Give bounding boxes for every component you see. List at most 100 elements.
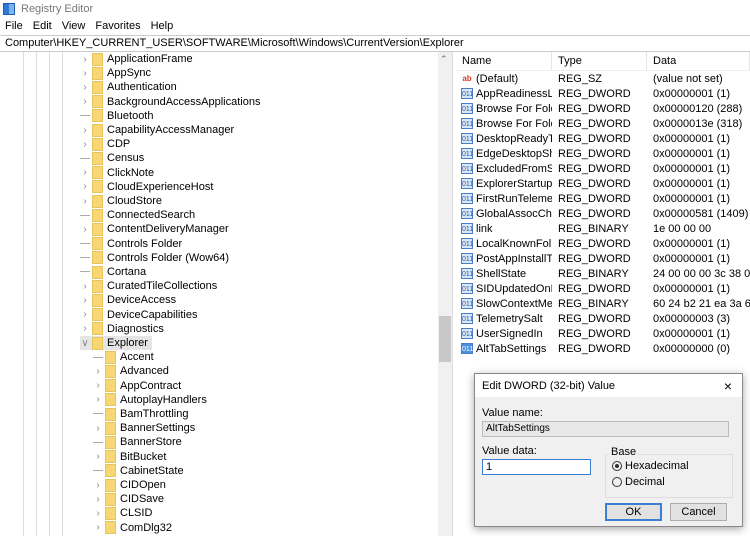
menu-help[interactable]: Help — [146, 18, 179, 34]
chevron-right-icon[interactable]: › — [80, 82, 90, 93]
menu-favorites[interactable]: Favorites — [90, 18, 145, 34]
tree-item[interactable]: › Advanced — [93, 364, 169, 378]
scrollbar-thumb[interactable] — [439, 316, 451, 362]
tree-item[interactable]: ConnectedSearch — [80, 208, 195, 222]
tree-item[interactable]: › Authentication — [80, 80, 177, 94]
tree-item[interactable]: › BitBucket — [93, 450, 166, 464]
close-icon[interactable]: × — [714, 378, 742, 394]
menu-edit[interactable]: Edit — [28, 18, 57, 34]
scroll-up-icon[interactable]: ⌃ — [440, 54, 448, 65]
tree-item-label: DeviceCapabilities — [107, 308, 198, 321]
value-row[interactable]: 011 link REG_BINARY 1e 00 00 00 — [456, 221, 750, 236]
tree-item[interactable]: BannerStore — [93, 435, 182, 449]
tree-item[interactable]: › CLSID — [93, 506, 152, 520]
cancel-button[interactable]: Cancel — [670, 503, 727, 521]
tree-item[interactable]: › AppSync — [80, 66, 151, 80]
tree-connector-line — [80, 210, 90, 221]
chevron-right-icon[interactable]: › — [93, 380, 103, 391]
chevron-right-icon[interactable]: › — [80, 125, 90, 136]
menu-view[interactable]: View — [57, 18, 91, 34]
value-row[interactable]: 011 UserSignedIn REG_DWORD 0x00000001 (1) — [456, 326, 750, 341]
tree-item[interactable]: › CIDSave — [93, 492, 164, 506]
chevron-right-icon[interactable]: › — [80, 54, 90, 65]
chevron-right-icon[interactable]: › — [93, 508, 103, 519]
folder-icon — [105, 421, 116, 435]
tree-item[interactable]: › CapabilityAccessManager — [80, 123, 234, 137]
tree-item[interactable]: Bluetooth — [80, 109, 153, 123]
value-row[interactable]: 011PostAppInstallTa... REG_DWORD 0x0000000… — [456, 251, 750, 266]
tree-item[interactable]: BamThrottling — [93, 407, 188, 421]
tree-item[interactable]: › CloudStore — [80, 194, 162, 208]
tree-item[interactable]: ∨ Explorer — [80, 336, 152, 350]
tree-item-label: ClickNote — [107, 166, 155, 179]
tree-item[interactable]: CabinetState — [93, 464, 184, 478]
tree-item[interactable]: › ApplicationFrame — [80, 52, 193, 66]
value-row[interactable]: 011EdgeDesktopSh... REG_DWORD 0x00000001 (… — [456, 146, 750, 161]
tree-item[interactable]: › Diagnostics — [80, 322, 164, 336]
tree-item[interactable]: › ComDlg32 — [93, 521, 172, 535]
chevron-right-icon[interactable]: › — [80, 167, 90, 178]
tree-item[interactable]: Cortana — [80, 265, 146, 279]
chevron-right-icon[interactable]: › — [93, 522, 103, 533]
value-row[interactable]: 011AppReadinessLo... REG_DWORD 0x00000001 … — [456, 86, 750, 101]
value-row[interactable]: ab (Default) REG_SZ (value not set) — [456, 71, 750, 86]
chevron-right-icon[interactable]: › — [80, 281, 90, 292]
value-row[interactable]: 011Browse For Fold... REG_DWORD 0x00000120… — [456, 101, 750, 116]
decimal-radio[interactable]: Decimal — [612, 476, 665, 488]
column-type[interactable]: Type — [552, 52, 647, 70]
tree-item[interactable]: › ContentDeliveryManager — [80, 222, 229, 236]
value-row[interactable]: 011ExcludedFromSt... REG_DWORD 0x00000001 … — [456, 161, 750, 176]
value-row[interactable]: 011FirstRunTelemet... REG_DWORD 0x00000001… — [456, 191, 750, 206]
value-row[interactable]: 011SlowContextMe... REG_BINARY 60 24 b2 21… — [456, 296, 750, 311]
ok-button[interactable]: OK — [605, 503, 662, 521]
menu-file[interactable]: File — [0, 18, 28, 34]
value-row[interactable]: 011ExplorerStartupT... REG_DWORD 0x0000000… — [456, 176, 750, 191]
chevron-right-icon[interactable]: › — [80, 96, 90, 107]
value-type: REG_DWORD — [558, 87, 631, 100]
address-bar[interactable]: Computer\HKEY_CURRENT_USER\SOFTWARE\Micr… — [0, 35, 750, 52]
tree-item[interactable]: › ClickNote — [80, 166, 154, 180]
tree-item[interactable]: › AppContract — [93, 379, 181, 393]
chevron-right-icon[interactable]: › — [80, 196, 90, 207]
chevron-down-icon[interactable]: ∨ — [80, 338, 90, 349]
tree-item[interactable]: › CuratedTileCollections — [80, 279, 217, 293]
tree-item[interactable]: › DeviceAccess — [80, 293, 176, 307]
value-row[interactable]: 011 LocalKnownFol... REG_DWORD 0x00000001 (… — [456, 236, 750, 251]
value-row[interactable]: 011GlobalAssocCha... REG_DWORD 0x00000581 … — [456, 206, 750, 221]
column-data[interactable]: Data — [647, 52, 750, 70]
chevron-right-icon[interactable]: › — [80, 309, 90, 320]
chevron-right-icon[interactable]: › — [93, 494, 103, 505]
tree-item[interactable]: Census — [80, 151, 144, 165]
tree-item[interactable]: Accent — [93, 350, 154, 364]
hexadecimal-radio[interactable]: Hexadecimal — [612, 460, 689, 472]
tree-item[interactable]: › BannerSettings — [93, 421, 195, 435]
value-row[interactable]: 011SIDUpdatedOnLi... REG_DWORD 0x00000001 … — [456, 281, 750, 296]
chevron-right-icon[interactable]: › — [80, 295, 90, 306]
tree-scrollbar[interactable]: ⌃ — [438, 52, 452, 536]
value-data-input[interactable]: 1 — [482, 459, 591, 475]
tree-item[interactable]: › CIDOpen — [93, 478, 166, 492]
tree-item[interactable]: Controls Folder — [80, 237, 182, 251]
value-row[interactable]: 011 ShellState REG_BINARY 24 00 00 00 3c 38… — [456, 266, 750, 281]
chevron-right-icon[interactable]: › — [93, 423, 103, 434]
chevron-right-icon[interactable]: › — [80, 224, 90, 235]
chevron-right-icon[interactable]: › — [93, 366, 103, 377]
tree-item[interactable]: › CloudExperienceHost — [80, 180, 213, 194]
chevron-right-icon[interactable]: › — [80, 181, 90, 192]
chevron-right-icon[interactable]: › — [80, 68, 90, 79]
chevron-right-icon[interactable]: › — [80, 323, 90, 334]
tree-item[interactable]: › DeviceCapabilities — [80, 308, 198, 322]
column-name[interactable]: Name — [456, 52, 552, 70]
tree-item[interactable]: › BackgroundAccessApplications — [80, 95, 260, 109]
value-row[interactable]: 011 TelemetrySalt REG_DWORD 0x00000003 (3) — [456, 311, 750, 326]
value-row[interactable]: 011DesktopReadyTi... REG_DWORD 0x00000001 … — [456, 131, 750, 146]
tree-item[interactable]: Controls Folder (Wow64) — [80, 251, 229, 265]
value-row[interactable]: 011 AltTabSettings REG_DWORD 0x00000000 (0) — [456, 341, 750, 356]
tree-item[interactable]: › CDP — [80, 137, 130, 151]
chevron-right-icon[interactable]: › — [93, 451, 103, 462]
value-row[interactable]: 011Browse For Fold... REG_DWORD 0x0000013e… — [456, 116, 750, 131]
chevron-right-icon[interactable]: › — [93, 394, 103, 405]
tree-item[interactable]: › AutoplayHandlers — [93, 393, 207, 407]
chevron-right-icon[interactable]: › — [80, 139, 90, 150]
chevron-right-icon[interactable]: › — [93, 480, 103, 491]
